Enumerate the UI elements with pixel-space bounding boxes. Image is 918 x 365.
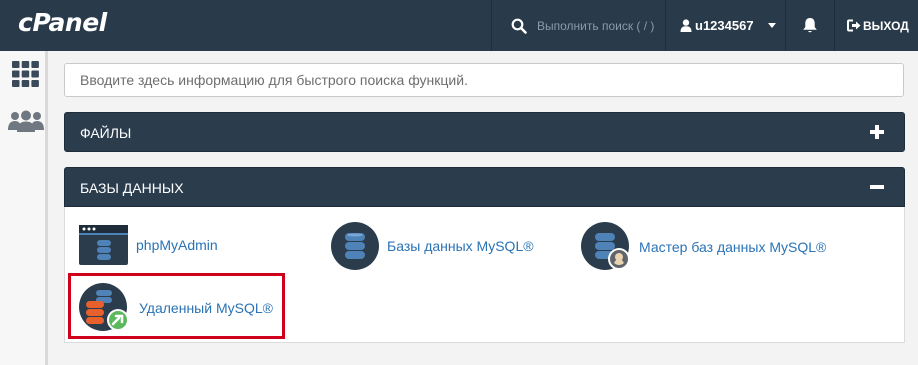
logout-button[interactable]: ВЫХОД bbox=[834, 0, 918, 51]
databases-section-title: БАЗЫ ДАННЫХ bbox=[80, 180, 184, 196]
phpmyadmin-icon bbox=[79, 225, 128, 265]
left-sidebar bbox=[0, 51, 48, 365]
files-section-header[interactable]: ФАЙЛЫ bbox=[64, 112, 905, 152]
logout-label: ВЫХОД bbox=[863, 18, 909, 33]
app-label: Базы данных MySQL® bbox=[387, 238, 534, 254]
chevron-down-icon bbox=[767, 23, 776, 28]
files-section-title: ФАЙЛЫ bbox=[80, 125, 132, 141]
app-label: phpMyAdmin bbox=[136, 237, 218, 253]
quick-search-input[interactable] bbox=[64, 63, 904, 97]
app-mysql-database-wizard[interactable]: Мастер баз данных MySQL® bbox=[581, 222, 826, 272]
search-icon bbox=[511, 18, 527, 34]
top-search-box[interactable]: Выполнить поиск ( / ) bbox=[491, 0, 665, 51]
top-navbar: cPanel Выполнить поиск ( / ) u1234567 ВЫ… bbox=[0, 0, 918, 51]
highlight-box bbox=[68, 273, 285, 339]
user-menu[interactable]: u1234567 bbox=[665, 0, 785, 51]
bell-icon bbox=[803, 18, 817, 33]
plus-icon[interactable] bbox=[870, 125, 884, 139]
grid-icon[interactable] bbox=[12, 61, 39, 87]
app-label: Мастер баз данных MySQL® bbox=[639, 239, 827, 255]
logout-icon bbox=[847, 19, 861, 32]
app-mysql-databases[interactable]: Базы данных MySQL® bbox=[331, 222, 534, 270]
app-phpmyadmin[interactable]: phpMyAdmin bbox=[79, 225, 218, 265]
mysql-wizard-icon bbox=[581, 222, 630, 270]
user-icon bbox=[680, 19, 692, 32]
mysql-database-icon bbox=[331, 222, 379, 270]
users-icon[interactable] bbox=[8, 110, 44, 132]
notifications-button[interactable] bbox=[785, 0, 834, 51]
minus-icon[interactable] bbox=[870, 185, 884, 189]
top-search-placeholder: Выполнить поиск ( / ) bbox=[537, 18, 655, 33]
databases-section-header[interactable]: БАЗЫ ДАННЫХ bbox=[64, 167, 905, 207]
username: u1234567 bbox=[695, 18, 754, 33]
cpanel-logo[interactable]: cPanel bbox=[18, 8, 107, 37]
